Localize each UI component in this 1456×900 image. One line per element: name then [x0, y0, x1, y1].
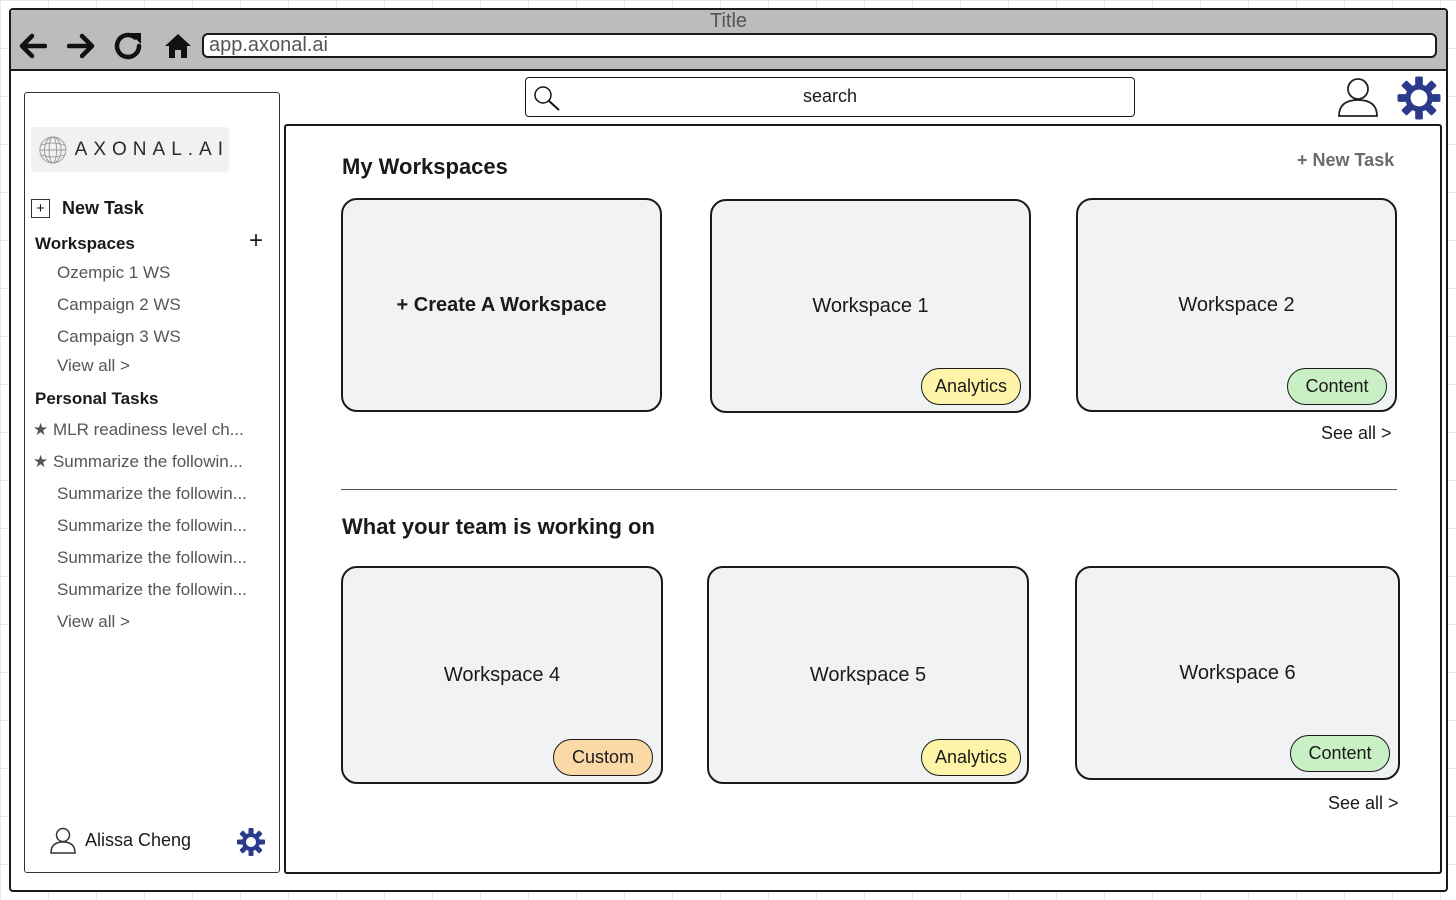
sidebar-workspace-item[interactable]: Campaign 2 WS	[57, 295, 181, 315]
window-title: Title	[709, 10, 748, 32]
workspace-card[interactable]: Workspace 5 Analytics	[707, 566, 1029, 784]
see-all-my-workspaces-link[interactable]: See all >	[1321, 423, 1392, 444]
sidebar-task-item[interactable]: Summarize the followin...	[57, 484, 247, 504]
brain-logo-icon	[39, 136, 67, 163]
sidebar-user[interactable]: Alissa Cheng	[49, 826, 191, 854]
url-bar[interactable]: app.axonal.ai	[202, 33, 1437, 58]
workspaces-heading: Workspaces	[35, 234, 135, 253]
workspace-tag-analytics: Analytics	[921, 368, 1021, 405]
workspace-card[interactable]: Workspace 6 Content	[1075, 566, 1400, 780]
workspace-tag-content: Content	[1290, 735, 1390, 772]
browser-toolbar: Title app.axonal.ai	[11, 10, 1446, 71]
sidebar-task-item[interactable]: Summarize the followin...	[57, 548, 247, 568]
sidebar-settings-button[interactable]	[236, 827, 266, 862]
sidebar: AXONAL.AI + New Task Workspaces + Ozempi…	[24, 92, 280, 873]
new-task-link[interactable]: + New Task	[1297, 150, 1394, 171]
home-icon	[165, 34, 191, 58]
reload-button[interactable]	[112, 31, 146, 61]
reload-icon	[114, 32, 142, 60]
personal-tasks-heading: Personal Tasks	[35, 389, 159, 408]
create-workspace-card[interactable]: + Create A Workspace	[341, 198, 662, 412]
workspace-card[interactable]: Workspace 2 Content	[1076, 198, 1397, 412]
new-task-button[interactable]: + New Task	[31, 198, 144, 219]
home-button[interactable]	[161, 31, 195, 61]
plus-box-icon: +	[31, 199, 50, 218]
section-divider	[341, 489, 1397, 490]
workspace-card-name: Workspace 5	[809, 663, 927, 686]
sidebar-task-item[interactable]: ★ Summarize the followin...	[33, 452, 243, 472]
main-panel: My Workspaces + New Task + Create A Work…	[284, 124, 1442, 874]
new-task-label: New Task	[62, 198, 144, 218]
profile-button[interactable]	[1337, 76, 1379, 123]
workspace-tag-content: Content	[1287, 368, 1387, 405]
user-name: Alissa Cheng	[85, 829, 192, 850]
create-workspace-label: + Create A Workspace	[396, 293, 607, 316]
logo: AXONAL.AI	[31, 127, 229, 172]
workspace-card[interactable]: Workspace 4 Custom	[341, 566, 663, 784]
my-workspaces-title: My Workspaces	[342, 154, 508, 179]
sidebar-task-item[interactable]: Summarize the followin...	[57, 516, 247, 536]
sidebar-workspace-item[interactable]: Ozempic 1 WS	[57, 263, 170, 283]
workspace-card[interactable]: Workspace 1 Analytics	[710, 199, 1031, 413]
sidebar-task-item[interactable]: ★ MLR readiness level ch...	[33, 420, 244, 440]
team-section-title: What your team is working on	[342, 514, 655, 539]
search-icon	[534, 86, 560, 111]
gear-icon	[237, 828, 265, 856]
workspace-card-name: Workspace 2	[1178, 293, 1295, 316]
forward-button[interactable]	[65, 31, 99, 61]
workspace-card-name: Workspace 6	[1179, 661, 1296, 684]
workspace-card-name: Workspace 4	[443, 663, 561, 686]
see-all-team-link[interactable]: See all >	[1328, 793, 1399, 814]
search-input[interactable]: search	[525, 77, 1135, 117]
search-placeholder: search	[802, 86, 858, 106]
user-icon	[50, 827, 76, 854]
gear-icon	[1397, 76, 1441, 120]
arrow-left-icon	[19, 33, 47, 59]
back-button[interactable]	[15, 31, 49, 61]
user-icon	[1338, 78, 1378, 117]
workspace-card-name: Workspace 1	[812, 294, 929, 317]
sidebar-workspace-item[interactable]: Campaign 3 WS	[57, 327, 181, 347]
tasks-view-all-link[interactable]: View all >	[57, 612, 130, 632]
workspaces-view-all-link[interactable]: View all >	[57, 356, 130, 376]
add-workspace-icon[interactable]: +	[249, 229, 263, 253]
workspace-tag-custom: Custom	[553, 739, 653, 776]
workspace-tag-analytics: Analytics	[921, 739, 1021, 776]
arrow-right-icon	[67, 33, 95, 59]
logo-text: AXONAL.AI	[74, 138, 229, 160]
sidebar-task-item[interactable]: Summarize the followin...	[57, 580, 247, 600]
settings-button[interactable]	[1396, 75, 1442, 126]
